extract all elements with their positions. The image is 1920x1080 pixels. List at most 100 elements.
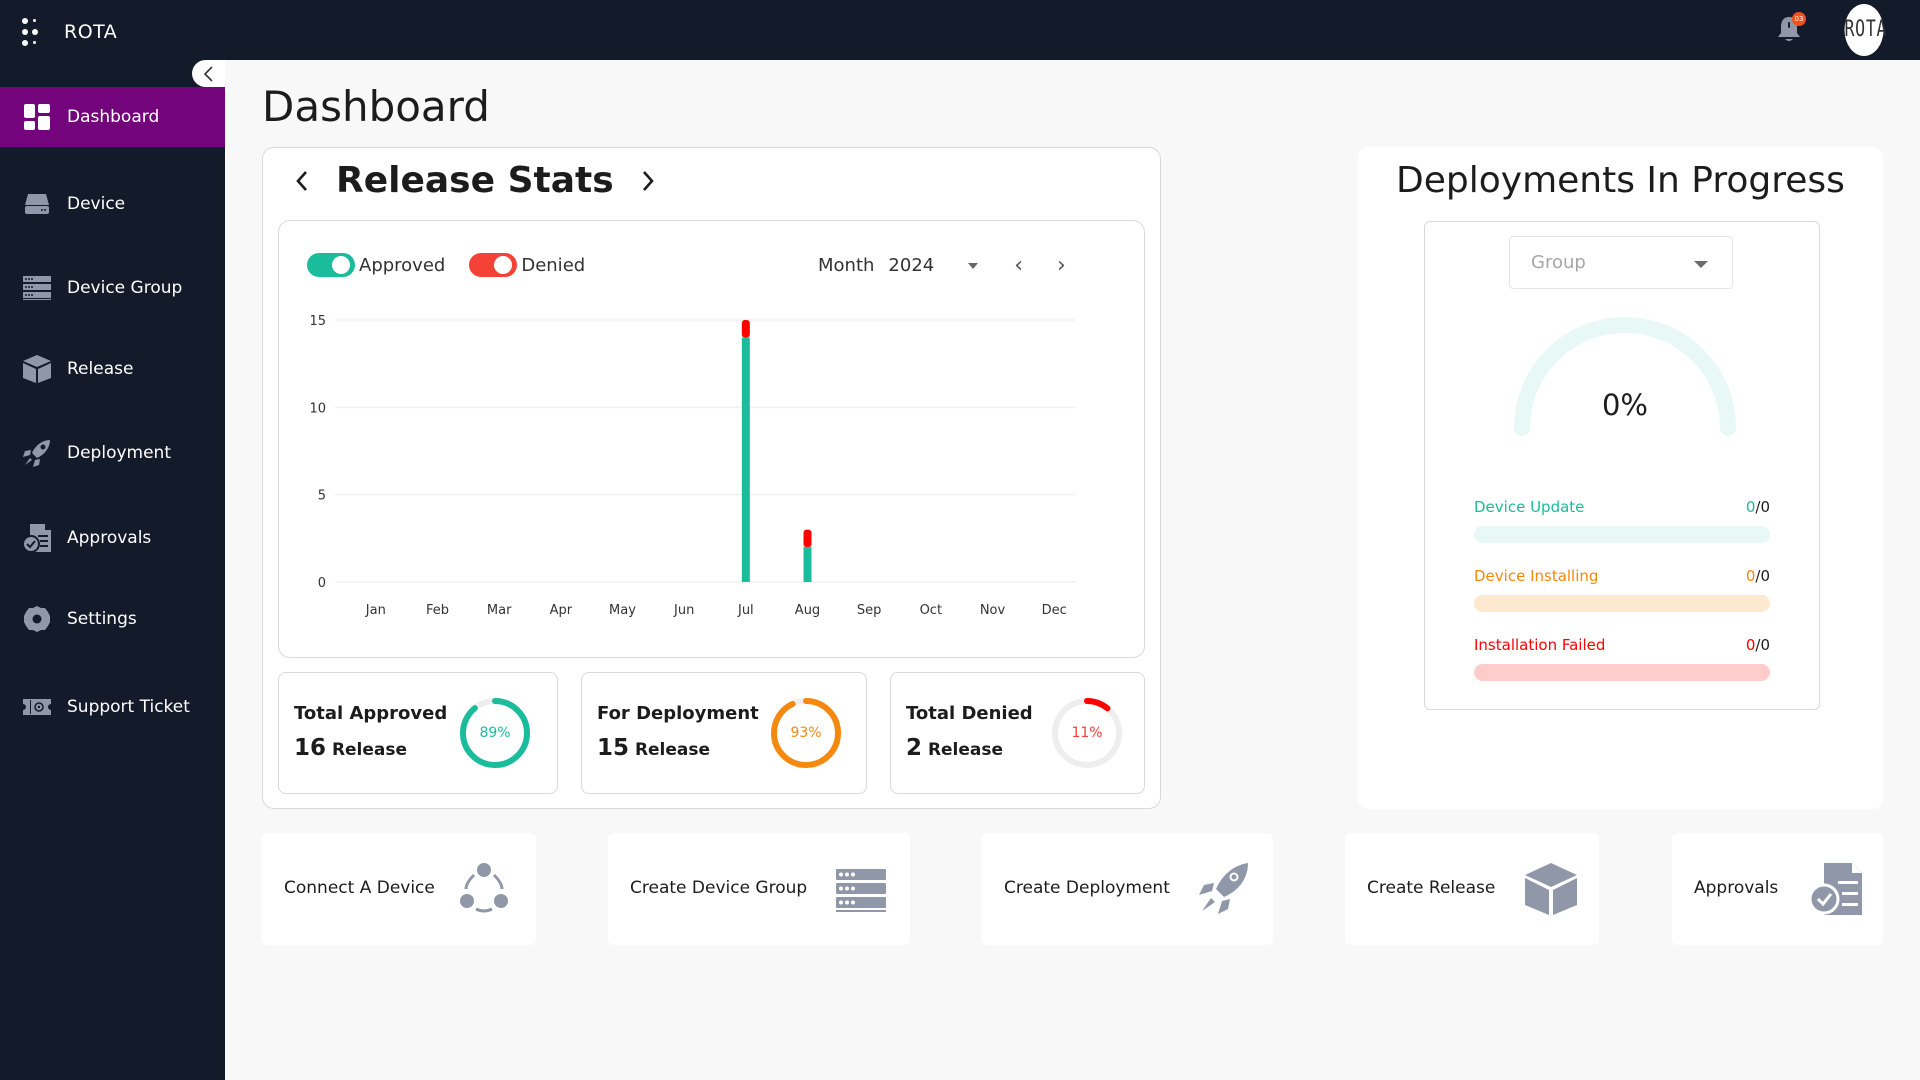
- sidebar-item-device-group[interactable]: Device Group: [0, 258, 225, 318]
- sidebar-item-label: Settings: [67, 609, 137, 629]
- stat-label: For Deployment: [597, 703, 759, 724]
- prev-year-button[interactable]: ‹: [1014, 253, 1023, 278]
- y-tick-label: 10: [309, 401, 326, 416]
- stat-value: 2 Release: [906, 735, 1004, 761]
- release-stats-header: Release Stats: [290, 160, 660, 201]
- rocket-icon: [22, 438, 52, 468]
- sidebar-item-label: Device Group: [67, 278, 183, 298]
- chevron-left-icon: [296, 170, 307, 191]
- sidebar-item-label: Dashboard: [67, 107, 160, 127]
- chart-legend: Approved Denied: [307, 253, 609, 277]
- quick-action-label: Create Deployment: [1004, 878, 1170, 898]
- prev-stats-button[interactable]: [290, 169, 314, 193]
- progress-installation-failed: Installation Failed 0/0: [1474, 636, 1770, 681]
- legend-denied-label: Denied: [521, 254, 586, 276]
- deployments-title: Deployments In Progress: [1396, 160, 1845, 201]
- sidebar-item-label: Support Ticket: [67, 697, 190, 717]
- device-group-icon: [22, 273, 52, 303]
- stat-value: 16 Release: [294, 735, 408, 761]
- progress-label: Device Update: [1474, 498, 1585, 516]
- y-tick-label: 15: [309, 314, 326, 329]
- release-box-icon: [1525, 863, 1577, 915]
- bar-denied-aug: [803, 529, 812, 548]
- collapse-sidebar-button[interactable]: [192, 60, 225, 87]
- bar-approved-aug: [803, 547, 812, 582]
- bar-approved-jul: [741, 337, 750, 582]
- x-tick-label: Oct: [920, 603, 942, 618]
- stat-card-total-approved: Total Approved 16 Release 89%: [278, 672, 558, 794]
- stat-percent: 89%: [479, 725, 511, 741]
- x-tick-label: Dec: [1042, 603, 1067, 618]
- sidebar-item-release[interactable]: Release: [0, 339, 225, 399]
- x-tick-label: Mar: [487, 603, 512, 618]
- approvals-icon: [22, 523, 52, 553]
- release-box-icon: [22, 354, 52, 384]
- deployment-gauge: [1514, 317, 1736, 436]
- sidebar-item-support-ticket[interactable]: Support Ticket: [0, 677, 225, 737]
- app-menu-icon[interactable]: [22, 18, 42, 46]
- year-dropdown-caret-icon[interactable]: [968, 262, 979, 269]
- brand[interactable]: ROTA: [22, 18, 117, 46]
- chevron-right-icon: [642, 170, 654, 191]
- year-select[interactable]: 2024: [888, 255, 934, 276]
- period-label: Month: [818, 255, 875, 276]
- group-select[interactable]: Group: [1509, 236, 1733, 289]
- x-tick-label: Jan: [365, 603, 386, 618]
- progress-label: Device Installing: [1474, 567, 1599, 585]
- create-release-button[interactable]: Create Release: [1345, 833, 1599, 945]
- progress-bar: [1474, 664, 1770, 681]
- x-tick-label: Nov: [980, 603, 1006, 618]
- ticket-icon: [22, 692, 52, 722]
- notification-badge: 03: [1792, 12, 1806, 26]
- x-tick-label: Apr: [550, 603, 573, 618]
- quick-action-label: Approvals: [1694, 878, 1779, 898]
- x-tick-label: Aug: [795, 603, 820, 618]
- top-bar: [0, 0, 1920, 60]
- bar-denied-jul: [741, 320, 750, 338]
- denied-toggle[interactable]: [469, 253, 518, 277]
- next-year-button[interactable]: ›: [1057, 253, 1066, 278]
- page-title: Dashboard: [262, 82, 490, 131]
- stat-percent: 93%: [790, 725, 822, 741]
- x-tick-label: Sep: [857, 603, 882, 618]
- x-tick-label: Feb: [426, 603, 449, 618]
- progress-device-update: Device Update 0/0: [1474, 498, 1770, 543]
- gear-icon: [22, 604, 52, 634]
- create-device-group-button[interactable]: Create Device Group: [608, 833, 910, 945]
- avatar[interactable]: ROTA: [1844, 4, 1886, 56]
- rocket-icon: [1199, 863, 1248, 914]
- connect-device-button[interactable]: Connect A Device: [262, 833, 536, 945]
- sidebar-item-approvals[interactable]: Approvals: [0, 508, 225, 568]
- approved-toggle[interactable]: [307, 253, 355, 277]
- create-deployment-button[interactable]: Create Deployment: [982, 833, 1273, 945]
- sidebar-item-label: Deployment: [67, 443, 171, 463]
- quick-action-label: Connect A Device: [284, 878, 435, 898]
- progress-count: 0/0: [1745, 567, 1770, 585]
- sidebar-item-deployment[interactable]: Deployment: [0, 423, 225, 483]
- sidebar-item-settings[interactable]: Settings: [0, 589, 225, 649]
- stat-label: Total Denied: [906, 703, 1033, 724]
- sidebar-item-label: Device: [67, 194, 126, 214]
- progress-label: Installation Failed: [1474, 636, 1606, 654]
- sidebar-item-device[interactable]: Device: [0, 174, 225, 234]
- release-stats-chart: 0 5 10 15 Jan Feb Mar Apr May Jun Jul Aug Sep Oct Nov D…: [309, 314, 1075, 618]
- approvals-icon: [1808, 863, 1862, 915]
- stat-card-total-denied: Total Denied 2 Release 11%: [890, 672, 1145, 794]
- period-control: Month 2024 ‹ ›: [818, 253, 1066, 278]
- sidebar-item-label: Release: [67, 359, 134, 379]
- group-select-placeholder: Group: [1531, 252, 1586, 273]
- dashboard-icon: [22, 102, 52, 132]
- approvals-button[interactable]: Approvals: [1672, 833, 1883, 945]
- y-tick-label: 0: [318, 576, 326, 591]
- stat-percent: 11%: [1071, 725, 1103, 741]
- progress-count: 0/0: [1745, 636, 1770, 654]
- next-stats-button[interactable]: [636, 169, 660, 193]
- chevron-down-icon: [1694, 261, 1708, 268]
- sidebar-item-dashboard[interactable]: Dashboard: [0, 87, 225, 147]
- release-stats-title: Release Stats: [336, 160, 614, 201]
- progress-bar: [1474, 526, 1770, 543]
- device-icon: [22, 189, 52, 219]
- connect-device-icon: [460, 863, 508, 913]
- progress-count: 0/0: [1745, 498, 1770, 516]
- stat-label: Total Approved: [294, 703, 448, 724]
